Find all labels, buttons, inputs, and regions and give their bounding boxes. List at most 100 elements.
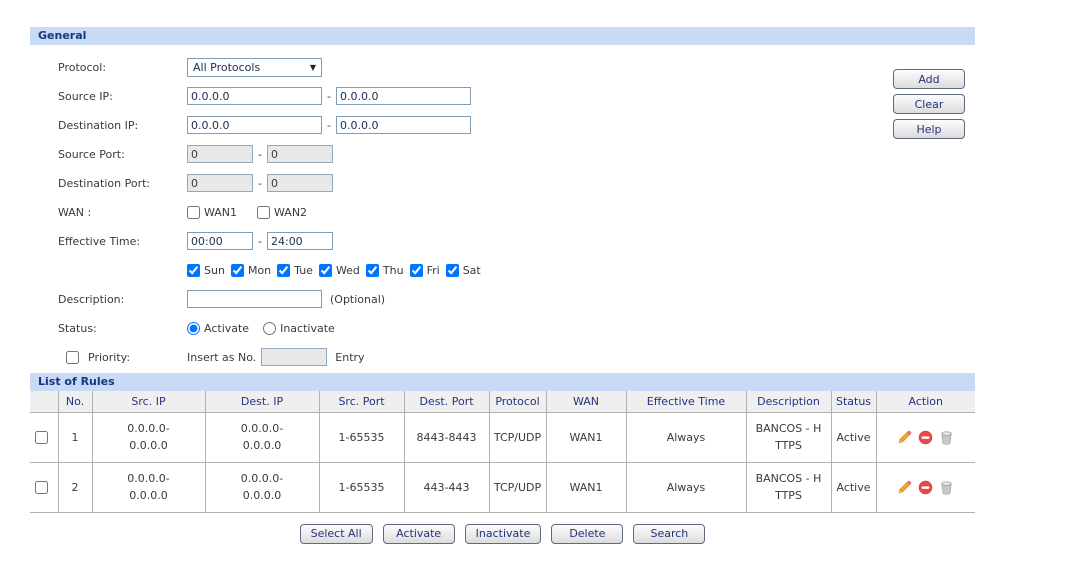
destination-port-to-input — [266, 174, 333, 192]
destination-ip-from-input[interactable] — [187, 116, 322, 134]
add-button[interactable]: Add — [893, 69, 965, 89]
source-port-label: Source Port: — [58, 147, 125, 161]
source-ip-row: Source IP: - — [30, 86, 975, 106]
delete-button[interactable]: Delete — [551, 523, 624, 544]
destination-port-from-input — [187, 174, 253, 192]
select-all-button[interactable]: Select All — [299, 523, 373, 544]
day-mon-checkbox[interactable] — [230, 263, 244, 277]
protocol-select-value: All Protocols — [193, 60, 261, 74]
effective-days-row: Sun Mon Tue Wed Thu Fri Sat — [30, 260, 975, 280]
delete-icon[interactable] — [939, 430, 954, 445]
col-effective-time: Effective Time — [625, 391, 747, 413]
description-label: Description: — [58, 292, 125, 306]
wan1-checkbox[interactable] — [187, 205, 200, 219]
description-row: Description: (Optional) — [30, 289, 975, 309]
priority-entry-input — [261, 348, 328, 366]
priority-row: Priority: Insert as No. Entry — [30, 347, 975, 367]
clear-button[interactable]: Clear — [893, 94, 965, 114]
row-2-dest-port: 443-443 — [403, 461, 490, 513]
row-1-dest-port: 8443-8443 — [403, 411, 490, 463]
disable-icon[interactable] — [918, 480, 933, 495]
status-activate-radio[interactable] — [187, 321, 200, 335]
edit-icon[interactable] — [897, 480, 912, 495]
description-input[interactable] — [187, 290, 322, 308]
range-separator: - — [258, 176, 262, 190]
day-fri-label: Fri — [426, 263, 440, 277]
edit-icon[interactable] — [897, 430, 912, 445]
day-wed-checkbox[interactable] — [318, 263, 332, 277]
col-description: Description — [745, 391, 832, 413]
destination-ip-label: Destination IP: — [58, 118, 139, 132]
col-no: No. — [57, 391, 93, 413]
row-1-wan: WAN1 — [545, 411, 627, 463]
row-2-protocol: TCP/UDP — [488, 461, 547, 513]
row-2-description: BANCOS - H TTPS — [745, 461, 832, 513]
day-thu-checkbox[interactable] — [365, 263, 379, 277]
row-1-src-port: 1-65535 — [318, 411, 405, 463]
page-content: General Protocol: All Protocols ▼ Source… — [30, 27, 975, 544]
status-row: Status: Activate Inactivate — [30, 318, 975, 338]
destination-ip-row: Destination IP: - — [30, 115, 975, 135]
general-section-title: General — [30, 27, 975, 45]
disable-icon[interactable] — [918, 430, 933, 445]
row-2-src-ip: 0.0.0.0- 0.0.0.0 — [91, 461, 206, 513]
search-button[interactable]: Search — [633, 523, 706, 544]
row-2-dest-ip: 0.0.0.0- 0.0.0.0 — [204, 461, 320, 513]
help-button[interactable]: Help — [893, 119, 965, 139]
table-row: 1 0.0.0.0- 0.0.0.0 0.0.0.0- 0.0.0.0 1-65… — [30, 411, 975, 463]
chevron-down-icon: ▼ — [309, 62, 316, 72]
day-fri-checkbox[interactable] — [409, 263, 423, 277]
protocol-row: Protocol: All Protocols ▼ — [30, 57, 975, 77]
protocol-label: Protocol: — [58, 60, 107, 74]
row-1-protocol: TCP/UDP — [488, 411, 547, 463]
protocol-select[interactable]: All Protocols ▼ — [187, 57, 322, 77]
row-1-effective-time: Always — [625, 411, 747, 463]
status-inactivate-label: Inactivate — [280, 321, 335, 335]
col-dest-port: Dest. Port — [403, 391, 490, 413]
status-inactivate-radio[interactable] — [263, 321, 277, 335]
day-sun-label: Sun — [204, 263, 225, 277]
range-separator: - — [258, 147, 262, 161]
source-ip-to-input[interactable] — [335, 87, 471, 105]
row-1-src-ip: 0.0.0.0- 0.0.0.0 — [91, 411, 206, 463]
side-button-stack: Add Clear Help — [893, 69, 965, 139]
source-port-row: Source Port: - — [30, 144, 975, 164]
activate-button[interactable]: Activate — [382, 523, 455, 544]
destination-ip-to-input[interactable] — [335, 116, 471, 134]
effective-time-row: Effective Time: - — [30, 231, 975, 251]
day-tue-label: Tue — [294, 263, 313, 277]
insert-as-no-label: Insert as No. — [187, 350, 257, 364]
col-src-port: Src. Port — [318, 391, 405, 413]
range-separator: - — [327, 89, 331, 103]
source-port-to-input — [266, 145, 333, 163]
effective-time-label: Effective Time: — [58, 234, 141, 248]
day-sat-checkbox[interactable] — [445, 263, 459, 277]
range-separator: - — [258, 234, 262, 248]
table-row: 2 0.0.0.0- 0.0.0.0 0.0.0.0- 0.0.0.0 1-65… — [30, 461, 975, 513]
row-1-no: 1 — [57, 411, 93, 463]
footer-button-bar: Select All Activate Inactivate Delete Se… — [30, 523, 975, 544]
priority-label: Priority: — [88, 350, 131, 364]
wan2-checkbox[interactable] — [257, 205, 271, 219]
general-form: Protocol: All Protocols ▼ Source IP: - D… — [30, 45, 975, 373]
day-sun-checkbox[interactable] — [187, 263, 200, 277]
table-header-row: No. Src. IP Dest. IP Src. Port Dest. Por… — [30, 391, 975, 413]
source-ip-label: Source IP: — [58, 89, 113, 103]
effective-time-to-input[interactable] — [266, 232, 333, 250]
priority-checkbox[interactable] — [66, 350, 79, 364]
row-2-checkbox[interactable] — [35, 481, 49, 494]
row-1-checkbox[interactable] — [35, 431, 49, 444]
row-2-effective-time: Always — [625, 461, 747, 513]
day-wed-label: Wed — [335, 263, 360, 277]
wan-row: WAN : WAN1 WAN2 — [30, 202, 975, 222]
inactivate-button[interactable]: Inactivate — [464, 523, 542, 544]
source-ip-from-input[interactable] — [187, 87, 322, 105]
col-action: Action — [875, 391, 975, 413]
day-tue-checkbox[interactable] — [277, 263, 291, 277]
rules-table: No. Src. IP Dest. IP Src. Port Dest. Por… — [30, 391, 975, 513]
delete-icon[interactable] — [939, 480, 954, 495]
status-label: Status: — [58, 321, 97, 335]
rules-section-title: List of Rules — [30, 373, 975, 391]
effective-time-from-input[interactable] — [187, 232, 253, 250]
col-status: Status — [830, 391, 877, 413]
